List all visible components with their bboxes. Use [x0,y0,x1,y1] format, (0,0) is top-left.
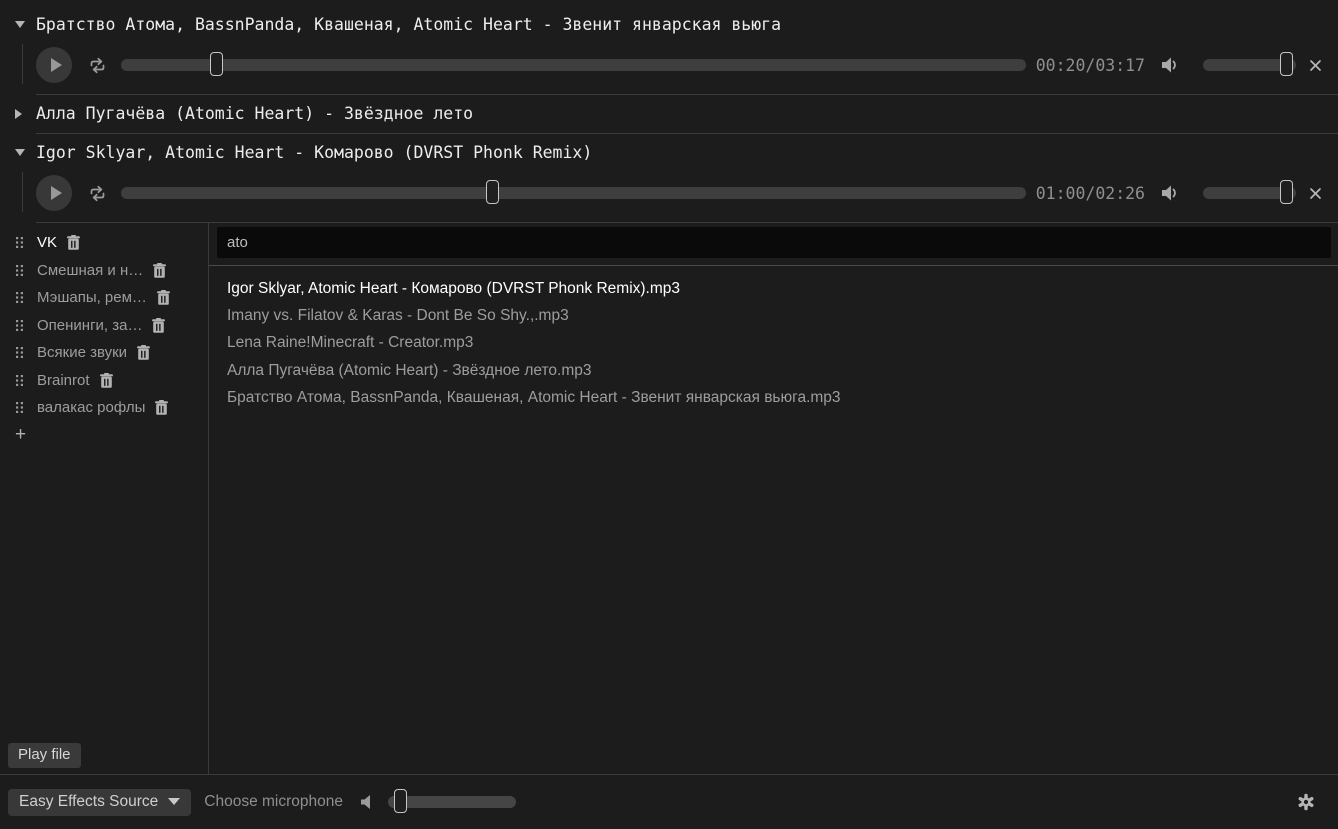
playlist-list: VK Смешная и н… [0,229,208,422]
source-dropdown-label: Easy Effects Source [19,793,158,811]
track-section: Igor Sklyar, Atomic Heart - Комарово (DV… [0,134,1338,223]
track-section: Братство Атома, BassnPanda, Квашеная, At… [0,6,1338,95]
playlist-label: VK [37,234,57,251]
volume-icon[interactable] [1161,56,1181,74]
chevron-down-icon [168,798,180,805]
file-panel: Igor Sklyar, Atomic Heart - Комарово (DV… [209,223,1338,774]
seek-slider[interactable] [121,59,1026,71]
drag-handle-icon[interactable] [15,236,24,249]
track-title: Братство Атома, BassnPanda, Квашеная, At… [36,15,781,34]
disclosure-triangle-icon [15,21,25,28]
track-expander-header[interactable]: Братство Атома, BassnPanda, Квашеная, At… [0,6,1338,38]
main-split: VK Смешная и н… [0,223,1338,774]
file-list-item[interactable]: Igor Sklyar, Atomic Heart - Комарово (DV… [209,275,1338,302]
time-display: 00:20/03:17 [1036,56,1145,75]
playlist-item[interactable]: Brainrot [0,367,208,395]
disclosure-triangle-icon [15,109,22,119]
file-list: Igor Sklyar, Atomic Heart - Комарово (DV… [209,266,1338,412]
drag-handle-icon[interactable] [15,374,24,387]
play-button[interactable] [36,47,72,83]
search-input[interactable] [217,227,1331,258]
playlist-label: Brainrot [37,372,90,389]
soundboard-app: Братство Атома, BassnPanda, Квашеная, At… [0,0,1338,829]
file-list-item[interactable]: Lena Raine!Minecraft - Creator.mp3 [209,330,1338,357]
trash-icon[interactable] [100,373,113,388]
file-name: Братство Атома, BassnPanda, Квашеная, At… [227,389,841,407]
seek-slider[interactable] [121,187,1026,199]
file-name: Алла Пугачёва (Atomic Heart) - Звёздное … [227,362,592,380]
mic-volume-slider-handle[interactable] [394,789,407,813]
playlist-item[interactable]: Смешная и н… [0,257,208,285]
playlist-label: Всякие звуки [37,344,127,361]
repeat-icon[interactable] [88,56,107,75]
trash-icon[interactable] [152,318,165,333]
player-controls: 00:20/03:17 [0,42,1338,88]
choose-microphone-label: Choose microphone [204,793,343,811]
file-list-item[interactable]: Алла Пугачёва (Atomic Heart) - Звёздное … [209,357,1338,384]
player-controls: 01:00/02:26 [0,170,1338,216]
drag-handle-icon[interactable] [15,264,24,277]
track-expander-header[interactable]: Алла Пугачёва (Atomic Heart) - Звёздное … [0,95,1338,133]
playlist-label: Смешная и н… [37,262,143,279]
file-list-item[interactable]: Imany vs. Filatov & Karas - Dont Be So S… [209,302,1338,329]
time-display: 01:00/02:26 [1036,184,1145,203]
play-file-button[interactable]: Play file [8,743,81,768]
drag-handle-icon[interactable] [15,291,24,304]
playlist-label: Опенинги, за… [37,317,142,334]
seek-slider-handle[interactable] [210,52,223,76]
add-playlist-button[interactable]: + [0,422,33,444]
close-icon[interactable] [1309,59,1322,72]
file-name: Igor Sklyar, Atomic Heart - Комарово (DV… [227,280,680,298]
volume-slider[interactable] [1203,187,1296,199]
drag-handle-icon[interactable] [15,346,24,359]
drag-handle-icon[interactable] [15,319,24,332]
track-section: Алла Пугачёва (Atomic Heart) - Звёздное … [0,95,1338,134]
play-icon [51,186,62,200]
playlist-item[interactable]: Опенинги, за… [0,312,208,340]
play-icon [51,58,62,72]
playlists-sidebar: VK Смешная и н… [0,223,209,774]
track-title: Igor Sklyar, Atomic Heart - Комарово (DV… [36,143,592,162]
volume-icon[interactable] [1161,184,1181,202]
track-expander-header[interactable]: Igor Sklyar, Atomic Heart - Комарово (DV… [0,134,1338,166]
playlist-item[interactable]: Всякие звуки [0,339,208,367]
active-players-panel: Братство Атома, BassnPanda, Квашеная, At… [0,0,1338,223]
file-list-item[interactable]: Братство Атома, BassnPanda, Квашеная, At… [209,385,1338,412]
trash-icon[interactable] [157,290,170,305]
drag-handle-icon[interactable] [15,401,24,414]
file-name: Lena Raine!Minecraft - Creator.mp3 [227,334,473,352]
microphone-muted-icon[interactable] [360,794,372,810]
trash-icon[interactable] [155,400,168,415]
seek-slider-handle[interactable] [486,180,499,204]
playlist-item[interactable]: Мэшапы, рем… [0,284,208,312]
repeat-icon[interactable] [88,184,107,203]
trash-icon[interactable] [67,235,80,250]
trash-icon[interactable] [137,345,150,360]
playlist-label: валакас рофлы [37,399,145,416]
disclosure-triangle-icon [15,149,25,156]
play-button[interactable] [36,175,72,211]
volume-slider[interactable] [1203,59,1296,71]
settings-gear-icon[interactable] [1297,793,1315,811]
playlist-item[interactable]: VK [0,229,208,257]
playlist-item[interactable]: валакас рофлы [0,394,208,422]
close-icon[interactable] [1309,187,1322,200]
bottom-bar: Easy Effects Source Choose microphone [0,774,1338,829]
file-name: Imany vs. Filatov & Karas - Dont Be So S… [227,307,569,325]
trash-icon[interactable] [153,263,166,278]
track-title: Алла Пугачёва (Atomic Heart) - Звёздное … [36,104,473,123]
volume-slider-handle[interactable] [1280,52,1293,76]
mic-volume-slider[interactable] [388,796,516,808]
output-source-dropdown[interactable]: Easy Effects Source [8,789,191,816]
playlist-label: Мэшапы, рем… [37,289,147,306]
volume-slider-handle[interactable] [1280,180,1293,204]
